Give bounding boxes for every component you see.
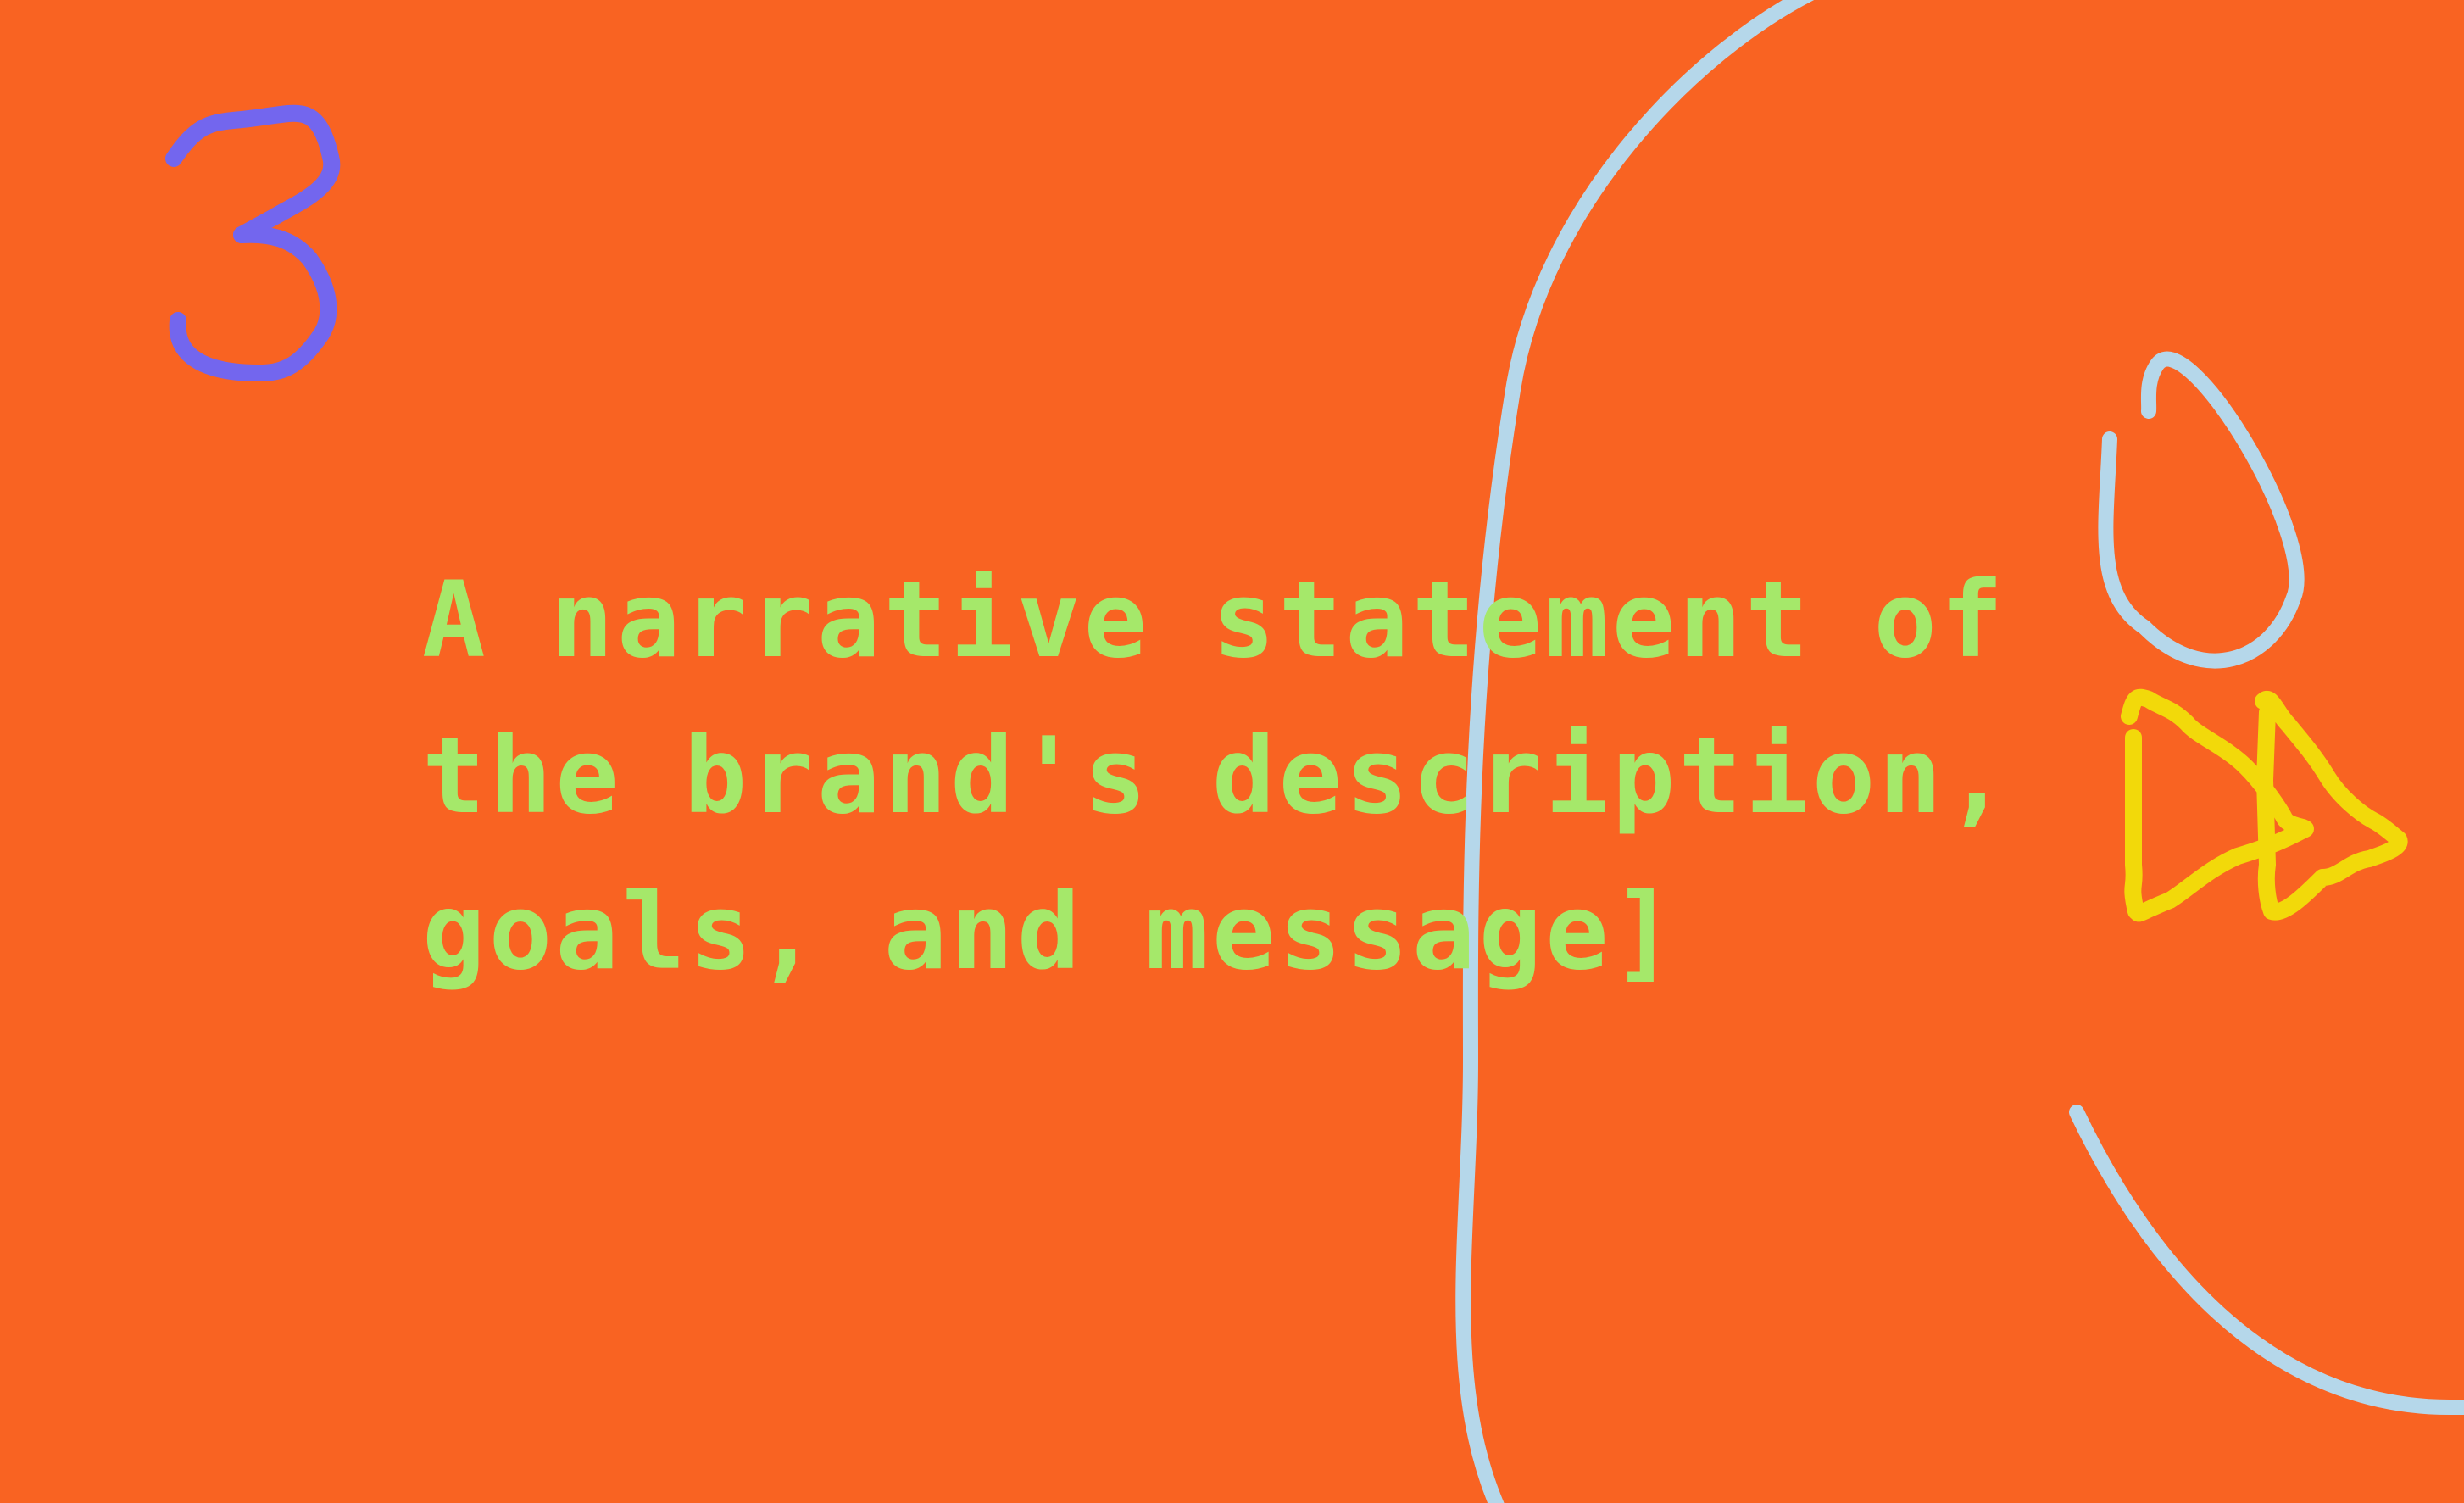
loop-icon: [2098, 351, 2305, 669]
number-three-lower-stroke: [169, 225, 337, 381]
first-arrow-icon: [2121, 688, 2314, 922]
number-three-upper-stroke: [165, 104, 341, 243]
narrative-statement: A narrative statement of the brand's des…: [422, 559, 2012, 994]
fast-forward-icon: [2121, 688, 2408, 922]
number-three-glyph: [165, 104, 341, 381]
arc-icon: [2069, 1105, 2464, 1415]
slide-canvas: A narrative statement of the brand's des…: [0, 0, 2464, 1503]
